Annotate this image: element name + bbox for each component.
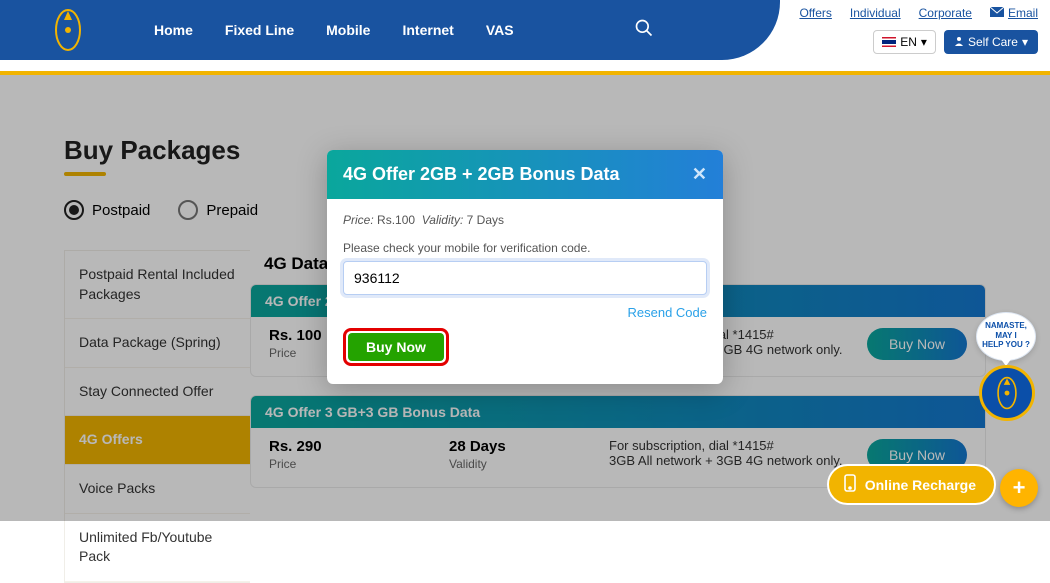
nav-internet[interactable]: Internet	[402, 22, 453, 38]
link-email[interactable]: Email	[990, 6, 1038, 20]
link-corporate[interactable]: Corporate	[919, 6, 972, 20]
modal-price-validity: Price: Rs.100 Validity: 7 Days	[343, 213, 707, 227]
nav-vas[interactable]: VAS	[486, 22, 514, 38]
link-offers[interactable]: Offers	[799, 6, 831, 20]
sidebar-item[interactable]: Unlimited Fb/Youtube Pack	[65, 514, 250, 582]
link-individual[interactable]: Individual	[850, 6, 901, 20]
purchase-modal: 4G Offer 2GB + 2GB Bonus Data ✕ Price: R…	[327, 150, 723, 384]
verification-hint: Please check your mobile for verificatio…	[343, 241, 707, 255]
nav-fixed-line[interactable]: Fixed Line	[225, 22, 294, 38]
caret-down-icon: ▾	[921, 35, 927, 49]
online-recharge-button[interactable]: Online Recharge	[827, 464, 996, 505]
flag-icon	[882, 37, 896, 47]
caret-down-icon: ▾	[1022, 35, 1028, 49]
search-icon[interactable]	[634, 18, 654, 43]
phone-icon	[843, 474, 857, 495]
buy-now-button[interactable]: Buy Now	[348, 333, 444, 361]
fab-plus[interactable]: +	[1000, 469, 1038, 507]
brand-logo	[52, 8, 84, 52]
resend-code-link[interactable]: Resend Code	[628, 305, 708, 320]
buy-now-highlight: Buy Now	[343, 328, 449, 366]
mail-icon	[990, 6, 1004, 20]
primary-navbar: Home Fixed Line Mobile Internet VAS	[0, 0, 780, 60]
close-icon[interactable]: ✕	[692, 164, 707, 185]
verification-code-input[interactable]	[343, 261, 707, 295]
chat-widget[interactable]	[979, 365, 1035, 421]
modal-title: 4G Offer 2GB + 2GB Bonus Data	[343, 164, 620, 185]
selfcare-button[interactable]: Self Care ▾	[944, 30, 1038, 54]
language-toggle[interactable]: EN ▾	[873, 30, 936, 54]
chat-greeting: NAMASTE, MAY I HELP YOU ?	[976, 312, 1036, 361]
nav-home[interactable]: Home	[154, 22, 193, 38]
person-icon	[954, 35, 964, 49]
nav-mobile[interactable]: Mobile	[326, 22, 370, 38]
